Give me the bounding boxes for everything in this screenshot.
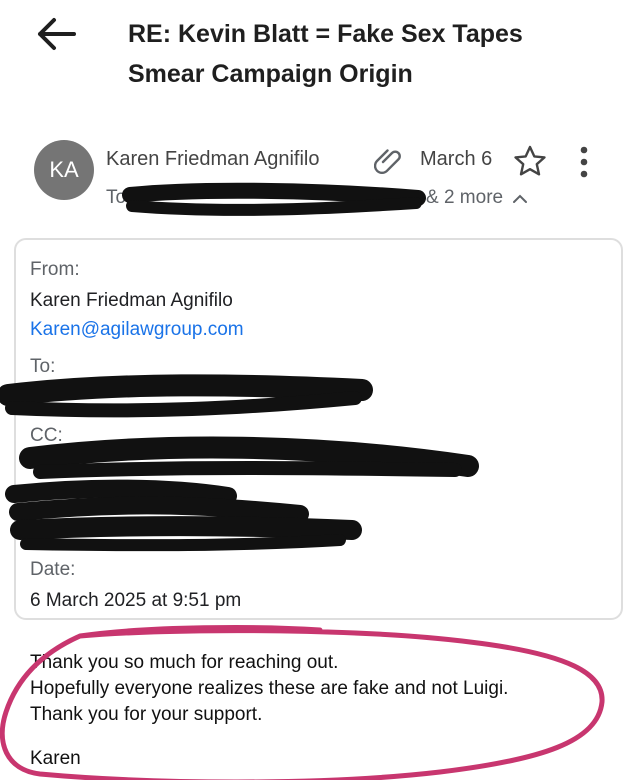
more-options-icon[interactable] <box>570 144 598 184</box>
from-label: From: <box>30 259 80 280</box>
back-arrow-icon[interactable] <box>30 12 80 56</box>
more-recipients-label: & 2 more <box>426 187 504 208</box>
to-recipients-prefix: To <box>106 187 127 208</box>
message-line: Thank you so much for reaching out. <box>30 652 339 673</box>
more-recipients-toggle[interactable]: & 2 more <box>426 187 528 209</box>
to-label: To: <box>30 356 56 377</box>
paperclip-icon <box>373 146 406 176</box>
date-label: Date: <box>30 559 76 580</box>
from-name: Karen Friedman Agnifilo <box>30 290 233 311</box>
date-value: 6 March 2025 at 9:51 pm <box>30 590 242 611</box>
message-line: Thank you for your support. <box>30 704 263 725</box>
sender-name: Karen Friedman Agnifilo <box>106 148 320 170</box>
email-subject: RE: Kevin Blatt = Fake Sex Tapes Smear C… <box>128 20 523 88</box>
email-date: March 6 <box>420 148 493 170</box>
chevron-up-icon <box>513 194 528 203</box>
from-email-link[interactable]: Karen@agilawgroup.com <box>30 319 244 341</box>
star-icon[interactable] <box>512 144 548 178</box>
avatar: KA <box>34 140 94 200</box>
message-line: Hopefully everyone realizes these are fa… <box>30 678 509 699</box>
cc-label: CC: <box>30 425 63 446</box>
message-signature: Karen <box>30 748 81 769</box>
message-body: Thank you so much for reaching out. Hope… <box>30 650 610 728</box>
